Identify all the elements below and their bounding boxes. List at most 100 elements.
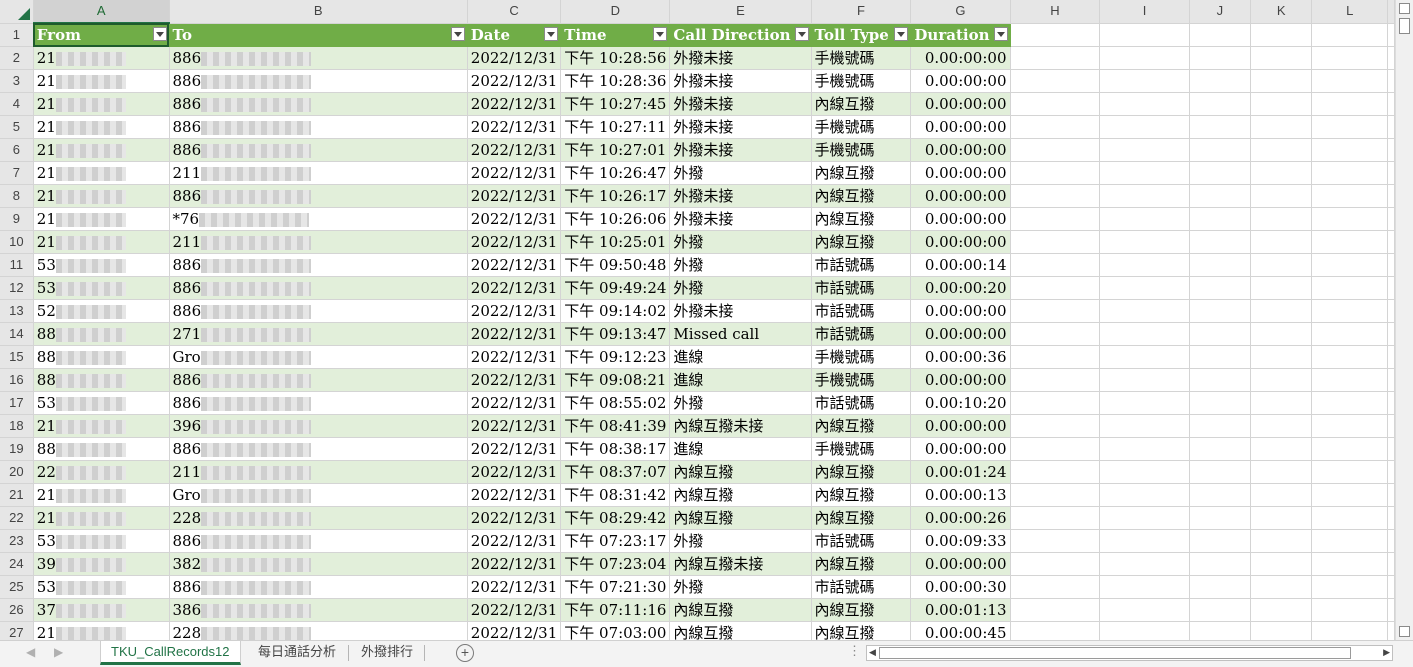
- cell-time[interactable]: 下午 08:38:17: [560, 437, 671, 461]
- empty-cell[interactable]: [1250, 69, 1313, 93]
- empty-cell[interactable]: [1099, 598, 1190, 622]
- cell-date[interactable]: 2022/12/31: [467, 184, 562, 208]
- empty-cell[interactable]: [1189, 552, 1252, 576]
- row-header[interactable]: 13: [0, 299, 34, 323]
- empty-cell[interactable]: [1189, 138, 1252, 162]
- empty-cell[interactable]: [1010, 483, 1101, 507]
- row-header[interactable]: 14: [0, 322, 34, 346]
- row-header[interactable]: 15: [0, 345, 34, 369]
- cell-dir[interactable]: 外撥: [669, 391, 812, 415]
- empty-cell[interactable]: [1010, 575, 1101, 599]
- empty-cell[interactable]: [1311, 322, 1388, 346]
- empty-cell[interactable]: [1387, 23, 1395, 47]
- cell-toll[interactable]: 內線互撥: [811, 230, 912, 254]
- cell-date[interactable]: 2022/12/31: [467, 69, 562, 93]
- scroll-right-icon[interactable]: ▶: [1383, 647, 1390, 658]
- column-header-k[interactable]: K: [1250, 0, 1313, 24]
- empty-cell[interactable]: [1387, 575, 1395, 599]
- cell-toll[interactable]: 手機號碼: [811, 115, 912, 139]
- cell-dur[interactable]: 0.00:00:00: [910, 230, 1011, 254]
- empty-cell[interactable]: [1189, 391, 1252, 415]
- empty-cell[interactable]: [1010, 437, 1101, 461]
- column-header-i[interactable]: I: [1099, 0, 1190, 24]
- empty-cell[interactable]: [1099, 69, 1190, 93]
- vertical-scrollbar[interactable]: [1395, 0, 1413, 640]
- prev-sheet-icon[interactable]: ◀: [26, 645, 35, 659]
- cell-dur[interactable]: 0.00:00:00: [910, 115, 1011, 139]
- cell-time[interactable]: 下午 10:28:36: [560, 69, 671, 93]
- cell-to[interactable]: 886: [169, 46, 468, 70]
- row-header[interactable]: 8: [0, 184, 34, 208]
- cell-dur[interactable]: 0.00:00:00: [910, 184, 1011, 208]
- filter-dropdown-icon[interactable]: [894, 26, 909, 41]
- cell-dur[interactable]: 0.00:00:00: [910, 414, 1011, 438]
- cell-from[interactable]: 21: [33, 207, 170, 231]
- cell-time[interactable]: 下午 10:26:17: [560, 184, 671, 208]
- empty-cell[interactable]: [1250, 161, 1313, 185]
- scroll-up-icon[interactable]: [1399, 3, 1410, 14]
- empty-cell[interactable]: [1010, 276, 1101, 300]
- empty-cell[interactable]: [1311, 138, 1388, 162]
- empty-cell[interactable]: [1099, 552, 1190, 576]
- column-header-e[interactable]: E: [669, 0, 812, 24]
- cell-from[interactable]: 21: [33, 115, 170, 139]
- empty-cell[interactable]: [1189, 23, 1252, 47]
- empty-cell[interactable]: [1099, 230, 1190, 254]
- cell-date[interactable]: 2022/12/31: [467, 253, 562, 277]
- empty-cell[interactable]: [1387, 391, 1395, 415]
- empty-cell[interactable]: [1311, 391, 1388, 415]
- empty-cell[interactable]: [1189, 276, 1252, 300]
- empty-cell[interactable]: [1250, 345, 1313, 369]
- cell-toll[interactable]: 手機號碼: [811, 437, 912, 461]
- empty-cell[interactable]: [1311, 207, 1388, 231]
- cell-to[interactable]: 886: [169, 253, 468, 277]
- empty-cell[interactable]: [1387, 138, 1395, 162]
- empty-cell[interactable]: [1099, 529, 1190, 553]
- empty-cell[interactable]: [1387, 598, 1395, 622]
- cell-dir[interactable]: 外撥未接: [669, 92, 812, 116]
- row-header[interactable]: 3: [0, 69, 34, 93]
- cell-from[interactable]: 22: [33, 460, 170, 484]
- table-header-cell[interactable]: Duration: [910, 23, 1011, 47]
- cell-dur[interactable]: 0.00:00:30: [910, 575, 1011, 599]
- cell-from[interactable]: 53: [33, 575, 170, 599]
- cell-from[interactable]: 53: [33, 253, 170, 277]
- empty-cell[interactable]: [1099, 299, 1190, 323]
- cell-dur[interactable]: 0.00:00:00: [910, 69, 1011, 93]
- empty-cell[interactable]: [1099, 161, 1190, 185]
- column-header-g[interactable]: G: [910, 0, 1011, 24]
- empty-cell[interactable]: [1099, 414, 1190, 438]
- row-header[interactable]: 4: [0, 92, 34, 116]
- cell-date[interactable]: 2022/12/31: [467, 391, 562, 415]
- empty-cell[interactable]: [1387, 506, 1395, 530]
- cell-toll[interactable]: 市話號碼: [811, 276, 912, 300]
- cell-to[interactable]: Gro: [169, 345, 468, 369]
- empty-cell[interactable]: [1311, 552, 1388, 576]
- cell-date[interactable]: 2022/12/31: [467, 161, 562, 185]
- empty-cell[interactable]: [1010, 621, 1101, 640]
- cell-dir[interactable]: 內線互撥: [669, 598, 812, 622]
- empty-cell[interactable]: [1250, 529, 1313, 553]
- empty-cell[interactable]: [1010, 184, 1101, 208]
- cell-dir[interactable]: 外撥未接: [669, 138, 812, 162]
- vertical-scroll-thumb[interactable]: [1399, 18, 1410, 34]
- cell-date[interactable]: 2022/12/31: [467, 207, 562, 231]
- cell-from[interactable]: 53: [33, 391, 170, 415]
- sheet-tab-tku-callrecords12[interactable]: TKU_CallRecords12: [100, 641, 241, 665]
- cell-dur[interactable]: 0.00:00:00: [910, 138, 1011, 162]
- empty-cell[interactable]: [1250, 276, 1313, 300]
- cell-date[interactable]: 2022/12/31: [467, 276, 562, 300]
- cell-dur[interactable]: 0.00:00:00: [910, 161, 1011, 185]
- cell-dur[interactable]: 0.00:00:20: [910, 276, 1011, 300]
- empty-cell[interactable]: [1311, 368, 1388, 392]
- empty-cell[interactable]: [1010, 92, 1101, 116]
- cell-toll[interactable]: 市話號碼: [811, 391, 912, 415]
- empty-cell[interactable]: [1250, 621, 1313, 640]
- empty-cell[interactable]: [1250, 483, 1313, 507]
- table-header-cell[interactable]: From: [33, 23, 170, 47]
- cell-toll[interactable]: 內線互撥: [811, 506, 912, 530]
- empty-cell[interactable]: [1387, 414, 1395, 438]
- cell-to[interactable]: 886: [169, 276, 468, 300]
- cell-time[interactable]: 下午 08:37:07: [560, 460, 671, 484]
- filter-dropdown-icon[interactable]: [794, 26, 809, 41]
